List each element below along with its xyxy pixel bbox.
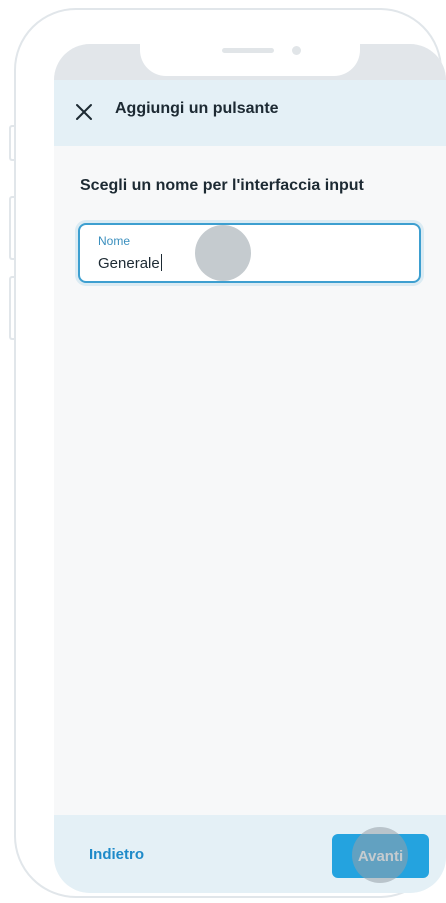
speaker-grille [222,48,274,53]
front-camera [292,46,301,55]
app-screen: Aggiungi un pulsante Scegli un nome per … [54,44,446,893]
close-icon[interactable] [72,100,96,124]
name-input[interactable]: Nome Generale [78,223,421,283]
next-button[interactable]: Avanti [332,834,429,878]
page-title: Aggiungi un pulsante [115,100,279,117]
name-input-value-wrapper: Generale [98,254,162,272]
back-button[interactable]: Indietro [89,846,144,863]
status-bar [54,44,446,80]
phone-notch [140,44,360,76]
name-input-label: Nome [98,234,131,248]
section-heading: Scegli un nome per l'interfaccia input [80,177,364,194]
name-input-value: Generale [98,255,160,272]
phone-frame: Aggiungi un pulsante Scegli un nome per … [14,8,446,898]
bottom-action-bar: Indietro Avanti [54,815,446,893]
text-caret [160,254,162,271]
app-header: Aggiungi un pulsante [54,80,446,146]
